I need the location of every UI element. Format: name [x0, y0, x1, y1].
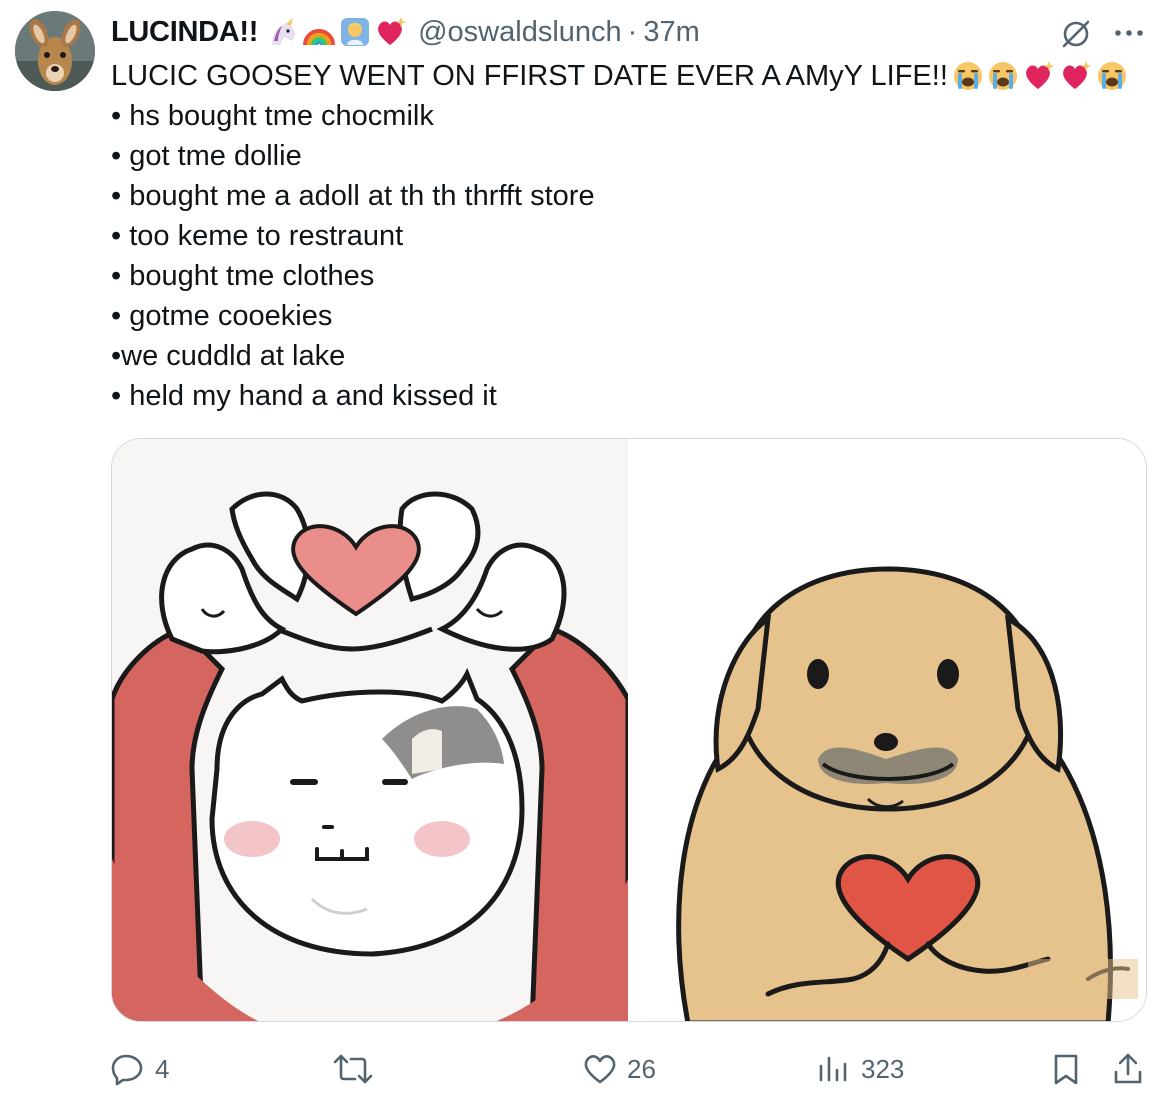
tweet-title-line: LUCIC GOOSEY WENT ON FFIRST DATE EVER A …	[111, 56, 1151, 96]
loudly-crying-face-emoji	[988, 62, 1017, 90]
tweet-text: LUCIC GOOSEY WENT ON FFIRST DATE EVER A …	[111, 56, 1151, 416]
media-grid	[111, 438, 1147, 1022]
retweet-icon	[333, 1054, 373, 1084]
list-item: • bought me a adoll at th th thrfft stor…	[111, 180, 595, 212]
like-count: 26	[627, 1053, 656, 1084]
author-handle[interactable]: @oswaldslunch	[418, 16, 622, 49]
sparkling-heart-emoji	[1063, 61, 1091, 89]
author-name[interactable]: LUCINDA!!	[111, 16, 258, 49]
share-button[interactable]	[1111, 1046, 1145, 1092]
views-button[interactable]: 323	[817, 1046, 904, 1092]
list-item: • bought tme clothes	[111, 260, 375, 292]
action-bar: 4 26 323	[111, 1046, 1151, 1092]
views-count: 323	[861, 1053, 905, 1084]
reply-icon	[111, 1054, 143, 1086]
tweet-title: LUCIC GOOSEY WENT ON FFIRST DATE EVER A …	[111, 60, 948, 92]
loudly-crying-face-emoji	[953, 62, 982, 90]
list-item: • too keme to restraunt	[111, 220, 404, 252]
timestamp[interactable]: 37m	[643, 16, 699, 49]
more-options-icon[interactable]	[1112, 16, 1146, 50]
list-item: • got tme dollie	[111, 140, 302, 172]
retweet-button[interactable]	[333, 1046, 383, 1092]
like-button[interactable]: 26	[583, 1046, 656, 1092]
cat-heart-hands-image[interactable]	[112, 439, 628, 1021]
unicorn-emoji	[272, 18, 295, 45]
sparkling-heart-emoji	[1026, 61, 1054, 89]
tweet-header: LUCINDA!! @oswaldslunch · 37m	[111, 10, 700, 54]
name-emojis	[266, 15, 408, 49]
loudly-crying-face-emoji	[1097, 62, 1126, 90]
separator-dot: ·	[627, 15, 638, 48]
views-icon	[819, 1056, 847, 1082]
rainbow-emoji	[303, 29, 336, 46]
list-item: • hs bought tme chocmilk	[111, 100, 434, 132]
dog-holding-heart-image[interactable]	[628, 439, 1146, 1021]
list-item: •we cuddld at lake	[111, 340, 346, 372]
list-item: • held my hand a and kissed it	[111, 380, 497, 412]
bookmark-button[interactable]	[1049, 1046, 1083, 1092]
heart-icon	[584, 1055, 616, 1084]
reply-count: 4	[155, 1053, 170, 1084]
list-item: • gotme cooekies	[111, 300, 333, 332]
sparkling-heart-emoji	[378, 17, 407, 45]
grok-icon[interactable]	[1058, 16, 1094, 52]
reply-button[interactable]: 4	[111, 1046, 169, 1092]
avatar[interactable]	[15, 11, 95, 91]
share-icon	[1114, 1053, 1142, 1084]
person-in-frame-emoji	[341, 18, 370, 46]
title-emojis	[952, 60, 1128, 92]
bookmark-icon	[1054, 1054, 1078, 1085]
